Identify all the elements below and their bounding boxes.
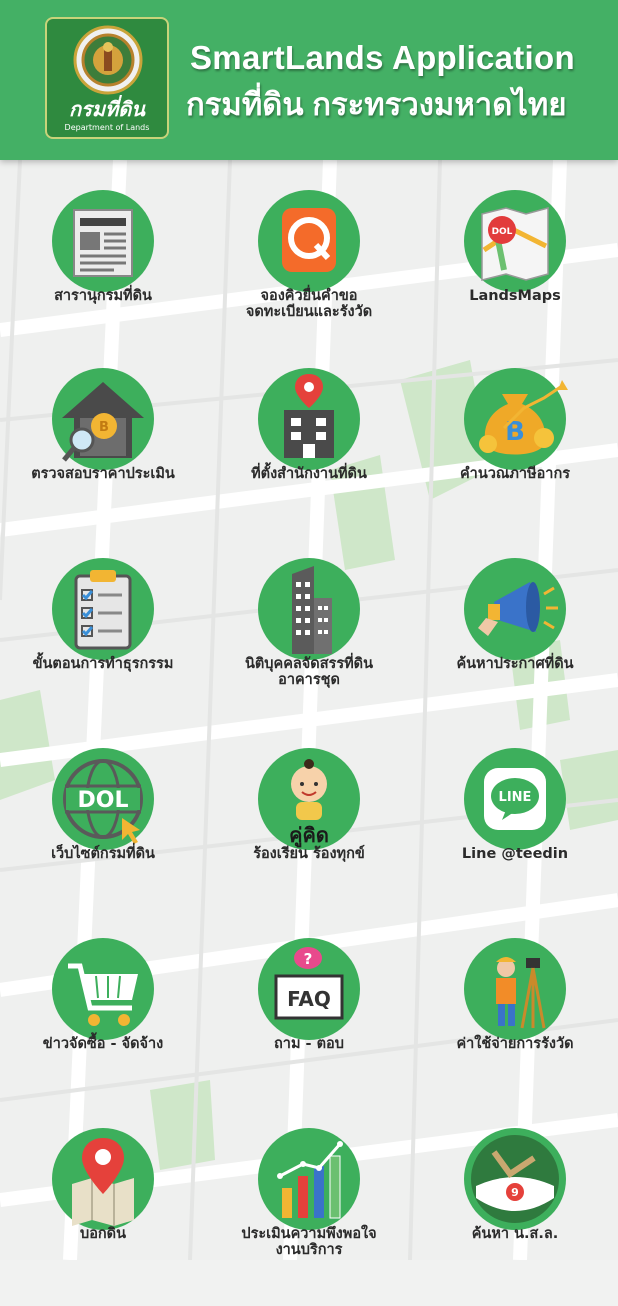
- dol-logo: กรมที่ดิน Department of Lands: [45, 17, 169, 139]
- newspaper-icon: [52, 190, 154, 292]
- menu-item-label: LandsMaps: [469, 288, 561, 304]
- mascot-icon: คู่คิด: [258, 748, 360, 850]
- menu-item-office-location[interactable]: ที่ตั้งสำนักงานที่ดิน: [206, 356, 412, 546]
- menu-item-procurement-news[interactable]: ข่าวจัดซื้อ - จัดจ้าง: [0, 926, 206, 1116]
- seal-icon: [73, 25, 143, 95]
- menu-item-label: ประเมินความพึงพอใจ: [241, 1226, 377, 1242]
- menu-item-landsmaps[interactable]: DOL LandsMaps: [412, 178, 618, 368]
- menu-item-label: ค่าใช้จ่ายการรังวัด: [456, 1036, 574, 1052]
- menu-item-complaint[interactable]: คู่คิด ร้องเรียน ร้องทุกข์: [206, 736, 412, 926]
- menu-item-label: จองคิวยื่นคำขอ: [260, 288, 358, 304]
- menu-item-label: ข่าวจัดซื้อ - จัดจ้าง: [42, 1036, 164, 1052]
- menu-item-label: คำนวณภาษีอากร: [459, 466, 571, 482]
- svg-text:LINE: LINE: [499, 790, 532, 805]
- svg-text:9: 9: [511, 1186, 519, 1199]
- queue-q-icon: [258, 190, 360, 292]
- house-coin-magnifier-icon: B: [52, 368, 154, 470]
- svg-text:FAQ: FAQ: [287, 987, 331, 1011]
- land-search-icon: 9: [464, 1128, 566, 1230]
- menu-item-juristic-condo[interactable]: นิติบุคคลจัดสรรที่ดิน อาคารชุด: [206, 546, 412, 736]
- megaphone-icon: [464, 558, 566, 660]
- menu-item-label: ถาม - ตอบ: [274, 1036, 344, 1052]
- logo-thai-text: กรมที่ดิน: [69, 97, 145, 121]
- menu-item-nsl-search[interactable]: 9 ค้นหา น.ส.ล.: [412, 1116, 618, 1306]
- clipboard-checklist-icon: [52, 558, 154, 660]
- skyscraper-icon: [258, 558, 360, 660]
- building-pin-icon: [258, 368, 360, 470]
- app-subtitle: กรมที่ดิน กระทรวงมหาดไทย: [186, 87, 567, 122]
- menu-item-faq[interactable]: FAQ ? ถาม - ตอบ: [206, 926, 412, 1116]
- surveyor-icon: [464, 938, 566, 1040]
- menu-item-line[interactable]: LINE Line @teedin: [412, 736, 618, 926]
- svg-text:DOL: DOL: [492, 227, 513, 237]
- menu-item-label: Line @teedin: [461, 846, 569, 862]
- menu-item-label: เว็บไซต์กรมที่ดิน: [51, 846, 155, 862]
- menu-item-label: ที่ตั้งสำนักงานที่ดิน: [251, 466, 367, 482]
- menu-item-tax-calc[interactable]: B คำนวณภาษีอากร: [412, 356, 618, 546]
- app-header: กรมที่ดิน Department of Lands SmartLands…: [0, 0, 618, 160]
- svg-text:B: B: [99, 420, 109, 435]
- menu-item-label: นิติบุคคลจัดสรรที่ดิน: [244, 656, 374, 672]
- map-icon: DOL: [464, 190, 566, 292]
- faq-icon: FAQ ?: [258, 938, 360, 1040]
- menu-item-appraisal-check[interactable]: B ตรวจสอบราคาประเมิน: [0, 356, 206, 546]
- menu-item-label: บอกดิน: [79, 1226, 127, 1242]
- menu-item-transaction-steps[interactable]: ขั้นตอนการทำธุรกรรม: [0, 546, 206, 736]
- logo-english-text: Department of Lands: [64, 123, 150, 132]
- menu-item-survey-cost[interactable]: ค่าใช้จ่ายการรังวัด: [412, 926, 618, 1116]
- menu-grid: สารานุกรมที่ดิน จองคิวยื่นคำขอ จดทะเบียน…: [0, 0, 618, 1260]
- menu-item-label-2: งานบริการ: [275, 1242, 343, 1258]
- menu-item-label: สารานุกรมที่ดิน: [54, 288, 152, 304]
- menu-item-bok-din[interactable]: บอกดิน: [0, 1116, 206, 1306]
- app-title: SmartLands Application: [190, 39, 575, 76]
- menu-item-label: ค้นหา น.ส.ล.: [471, 1226, 559, 1242]
- menu-item-satisfaction-survey[interactable]: ประเมินความพึงพอใจ งานบริการ: [206, 1116, 412, 1306]
- svg-text:B: B: [505, 417, 525, 447]
- menu-item-label-2: จดทะเบียนและรังวัด: [245, 304, 373, 320]
- map-pin-icon: [52, 1128, 154, 1230]
- line-app-icon: LINE: [464, 748, 566, 850]
- menu-item-encyclopedia[interactable]: สารานุกรมที่ดิน: [0, 178, 206, 368]
- menu-item-land-announcement[interactable]: ค้นหาประกาศที่ดิน: [412, 546, 618, 736]
- menu-item-queue-booking[interactable]: จองคิวยื่นคำขอ จดทะเบียนและรังวัด: [206, 178, 412, 368]
- svg-text:DOL: DOL: [78, 788, 129, 813]
- money-bag-icon: B: [464, 368, 568, 470]
- menu-item-dol-website[interactable]: DOL เว็บไซต์กรมที่ดิน: [0, 736, 206, 926]
- menu-item-label: ร้องเรียน ร้องทุกข์: [253, 846, 365, 862]
- dol-globe-icon: DOL: [52, 748, 154, 850]
- menu-item-label-2: อาคารชุด: [278, 672, 340, 688]
- menu-item-label: ขั้นตอนการทำธุรกรรม: [32, 656, 174, 672]
- menu-item-label: ตรวจสอบราคาประเมิน: [31, 466, 175, 482]
- svg-text:?: ?: [304, 950, 313, 968]
- menu-item-label: ค้นหาประกาศที่ดิน: [456, 656, 574, 672]
- bar-chart-icon: [258, 1128, 360, 1230]
- shopping-cart-icon: [52, 938, 154, 1040]
